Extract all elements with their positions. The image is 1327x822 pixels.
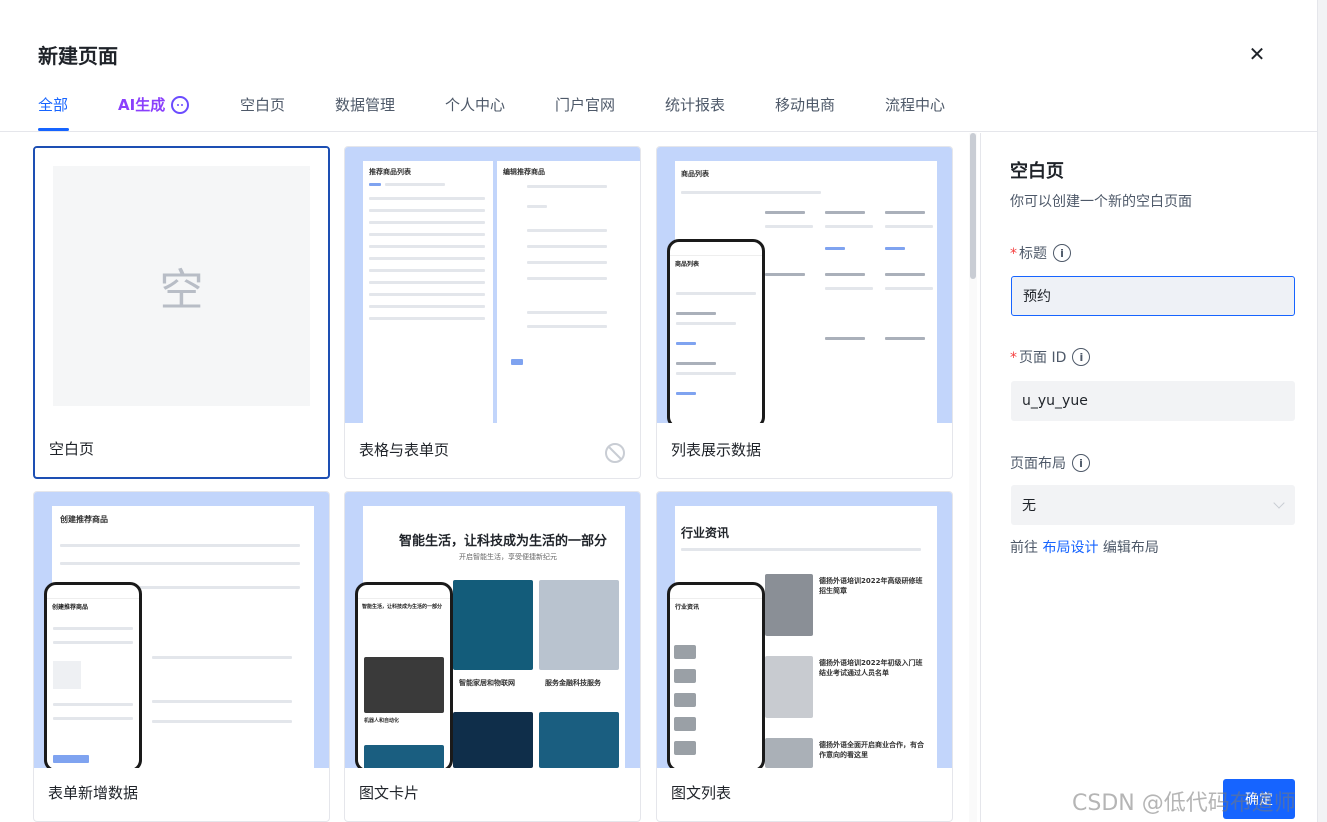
layout-design-link[interactable]: 布局设计	[1042, 540, 1098, 556]
phone-card: 机器人和自动化	[364, 718, 400, 724]
template-label: 图文列表	[671, 784, 732, 802]
preview-item-a: 德扬外语培训2022年高级研修班招生简章	[819, 577, 923, 595]
template-card-list[interactable]: 商品列表 商品列表 列表展示数据	[656, 146, 953, 479]
preview-form-title: 编辑推荐商品	[503, 168, 545, 176]
preview-form-title: 创建推荐商品	[60, 515, 108, 524]
goto-prefix: 前往	[1010, 540, 1038, 556]
page-id-input-value: u_yu_yue	[1022, 393, 1088, 409]
watermark: CSDN @低代码布道师	[1072, 791, 1296, 816]
template-detail-panel: 空白页 你可以创建一个新的空白页面 * 标题 i 预约 * 页面 ID i u_yu…	[981, 133, 1317, 822]
tab-all[interactable]: 全部	[38, 94, 68, 115]
page-id-field-label: * 页面 ID i	[1010, 347, 1091, 367]
tab-blank[interactable]: 空白页	[240, 94, 285, 115]
preview-hidden-icon[interactable]	[604, 442, 626, 464]
phone-title: 行业资讯	[675, 604, 700, 611]
tab-ai-label: AI生成	[118, 96, 166, 114]
layout-label-text: 页面布局	[1010, 456, 1066, 472]
blank-placeholder: 空	[53, 166, 310, 406]
template-preview: 推荐商品列表 编辑推荐商品	[345, 147, 640, 423]
tab-mobile-commerce[interactable]: 移动电商	[775, 94, 835, 115]
tab-reports[interactable]: 统计报表	[665, 94, 725, 115]
info-icon[interactable]: i	[1072, 454, 1090, 472]
template-label: 表格与表单页	[359, 441, 450, 459]
preview-phone: 智能生活，让科技成为生活的一部分 机器人和自动化	[355, 582, 453, 768]
template-preview: 智能生活，让科技成为生活的一部分 开启智能生活，享受便捷新纪元 智能家居和物联网…	[345, 492, 640, 768]
tab-process-center[interactable]: 流程中心	[885, 94, 945, 115]
preview-card-a: 智能家居和物联网	[459, 679, 515, 687]
panel-title: 空白页	[1010, 161, 1064, 182]
close-icon[interactable]: ✕	[1245, 42, 1269, 66]
preview-phone: 行业资讯	[667, 582, 765, 768]
new-page-dialog: 新建页面 ✕ 全部 AI生成 空白页 数据管理 个人中心 门户官网 统计报表 移…	[0, 0, 1317, 822]
template-label: 图文卡片	[359, 784, 420, 802]
template-label: 空白页	[49, 440, 95, 458]
layout-field-label: 页面布局 i	[1010, 453, 1090, 473]
blank-placeholder-char: 空	[159, 265, 204, 316]
panel-subtitle: 你可以创建一个新的空白页面	[1010, 194, 1192, 210]
template-preview: 商品列表 商品列表	[657, 147, 952, 423]
preview-phone: 创建推荐商品	[44, 582, 142, 768]
preview-item-b: 德扬外语培训2022年初级入门班结业考试通过人员名单	[819, 659, 923, 677]
title-label-text: 标题	[1019, 246, 1047, 262]
preview-table-page: 推荐商品列表	[363, 161, 493, 423]
chevron-down-icon	[1273, 497, 1285, 509]
template-scrollbar[interactable]	[970, 133, 976, 279]
template-preview: 行业资讯 德扬外语培训2022年高级研修班招生简章 德扬外语培训2022年初级入…	[657, 492, 952, 768]
title-input[interactable]: 预约	[1011, 276, 1295, 316]
template-grid: 空 空白页 推荐商品列表 编辑推荐商品 表格与表单页 商品列表 商品列表 列表展…	[0, 133, 966, 822]
template-card-image-cards[interactable]: 智能生活，让科技成为生活的一部分 开启智能生活，享受便捷新纪元 智能家居和物联网…	[344, 491, 641, 822]
preview-form-page: 编辑推荐商品	[497, 161, 640, 423]
tab-portal[interactable]: 门户官网	[555, 94, 615, 115]
preview-heading: 智能生活，让科技成为生活的一部分	[399, 534, 608, 549]
tab-personal-center[interactable]: 个人中心	[445, 94, 505, 115]
template-card-image-list[interactable]: 行业资讯 德扬外语培训2022年高级研修班招生简章 德扬外语培训2022年初级入…	[656, 491, 953, 822]
tab-ai[interactable]: AI生成	[118, 94, 190, 115]
template-label: 表单新增数据	[48, 784, 139, 802]
preview-phone: 商品列表	[667, 239, 765, 423]
layout-links: 前往 布局设计 编辑布局	[1010, 537, 1159, 557]
template-preview: 创建推荐商品 创建推荐商品	[34, 492, 329, 768]
title-field-label: * 标题 i	[1010, 243, 1071, 263]
layout-select-value: 无	[1022, 498, 1036, 514]
active-tab-indicator	[38, 128, 69, 131]
template-label: 列表展示数据	[671, 441, 762, 459]
phone-title: 创建推荐商品	[52, 604, 89, 611]
edit-layout-link[interactable]: 编辑布局	[1103, 540, 1159, 556]
layout-select[interactable]: 无	[1011, 485, 1295, 525]
preview-heading: 行业资讯	[681, 526, 730, 540]
info-icon[interactable]: i	[1072, 348, 1091, 366]
page-id-input[interactable]: u_yu_yue	[1011, 381, 1295, 421]
preview-card-b: 服务金融科技服务	[545, 679, 601, 687]
template-card-form-add[interactable]: 创建推荐商品 创建推荐商品 表单新增数据	[33, 491, 330, 822]
category-tabs: 全部 AI生成 空白页 数据管理 个人中心 门户官网 统计报表 移动电商 流程中…	[0, 86, 1317, 132]
template-card-table-form[interactable]: 推荐商品列表 编辑推荐商品 表格与表单页	[344, 146, 641, 479]
preview-table-title: 推荐商品列表	[369, 168, 411, 176]
preview-item-c: 德扬外语全面开启商业合作，有合作意向的看这里	[819, 741, 924, 759]
background-page-edge	[1317, 0, 1327, 822]
title-input-value: 预约	[1023, 289, 1051, 305]
preview-subheading: 开启智能生活，享受便捷新纪元	[459, 553, 557, 561]
preview-list-title: 商品列表	[681, 170, 709, 178]
template-preview: 空	[35, 148, 328, 424]
phone-title: 商品列表	[675, 261, 700, 268]
dialog-title: 新建页面	[38, 44, 118, 68]
phone-heading: 智能生活，让科技成为生活的一部分	[362, 604, 443, 610]
tab-data-management[interactable]: 数据管理	[335, 94, 395, 115]
template-card-blank[interactable]: 空 空白页	[33, 146, 330, 479]
info-icon[interactable]: i	[1053, 244, 1071, 262]
ai-robot-icon	[171, 95, 190, 114]
page-id-label-text: 页面 ID	[1019, 350, 1067, 366]
